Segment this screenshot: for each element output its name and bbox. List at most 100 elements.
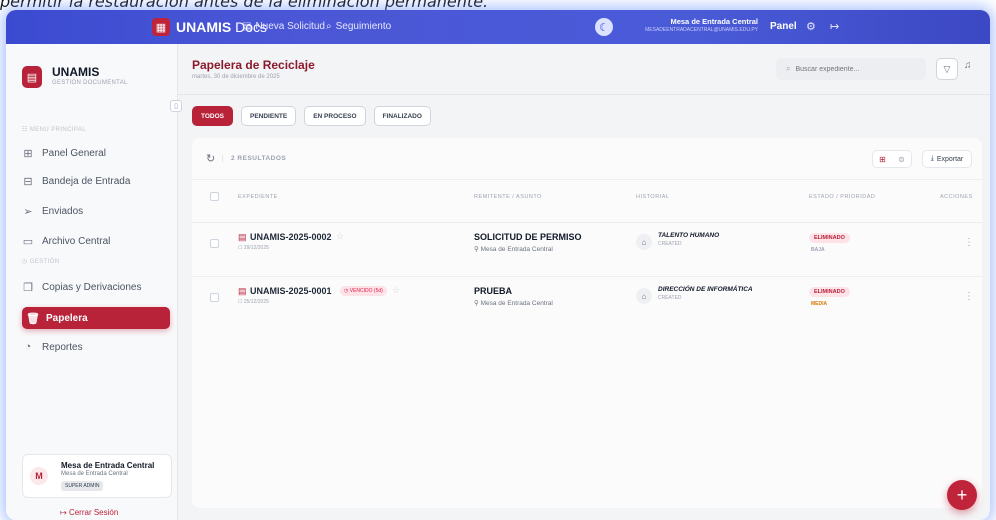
col-expediente: EXPEDIENTE	[238, 194, 278, 200]
more-vertical-icon[interactable]: ⋮	[964, 237, 974, 248]
document-logo-icon: ▤	[22, 66, 42, 88]
tab-todos[interactable]: TODOS	[192, 106, 233, 126]
col-remitente: REMITENTE / ASUNTO	[474, 194, 542, 200]
sidebar-subtitle: GESTIÓN DOCUMENTAL	[52, 80, 128, 86]
overdue-badge: ◷ VENCIDO (5d)	[340, 286, 387, 296]
grid-icon: ⊞	[23, 147, 33, 160]
sidebar-item-panel-general[interactable]: ⊞ Panel General	[22, 142, 172, 164]
logout-button[interactable]: ↦ Cerrar Sesión	[60, 508, 118, 517]
database-view-icon[interactable]: ⊜	[898, 155, 905, 164]
results-count: 2 RESULTADOS	[222, 155, 286, 162]
search-icon: ⌕	[326, 21, 332, 32]
expediente-id[interactable]: UNAMIS-2025-0001	[250, 286, 332, 296]
sidebar-item-copias[interactable]: ❐ Copias y Derivaciones	[22, 276, 172, 298]
logout-arrow-icon: ↦	[60, 508, 67, 517]
table-header: EXPEDIENTE REMITENTE / ASUNTO HISTORIAL …	[192, 186, 982, 208]
tracking-link[interactable]: ⌕ Seguimiento	[326, 21, 391, 32]
expediente-date: ☐ 25/12/2025	[238, 299, 269, 305]
expediente-id[interactable]: UNAMIS-2025-0002	[250, 232, 332, 242]
tab-finalizado[interactable]: FINALIZADO	[373, 106, 431, 126]
subject: SOLICITUD DE PERMISO	[474, 232, 582, 242]
expediente-date: ☐ 29/12/2025	[238, 245, 269, 251]
building-icon: ⌂	[636, 234, 652, 250]
filter-icon: ▽	[943, 63, 951, 74]
select-all-checkbox[interactable]	[210, 192, 219, 201]
theme-toggle-moon-icon[interactable]: ☾	[595, 18, 613, 36]
sidebar: ▤ UNAMIS GESTIÓN DOCUMENTAL ▯ ☷ MENU PRI…	[6, 44, 182, 520]
document-icon: ▤	[242, 21, 252, 32]
add-fab-button[interactable]: +	[947, 480, 977, 510]
trash-icon: 🗑	[26, 312, 40, 325]
results-card: ↻ 2 RESULTADOS ⊞ ⊜ ⤓ Exportar EXPEDIENTE …	[192, 138, 982, 508]
sidebar-item-papelera[interactable]: 🗑 Papelera	[22, 307, 170, 329]
caption-text: permitir la restauración antes de la eli…	[0, 0, 489, 10]
refresh-icon[interactable]: ↻	[206, 152, 215, 165]
topbar-user-name: Mesa de Entrada Central	[670, 17, 758, 26]
view-toggle[interactable]: ⊞ ⊜	[872, 150, 912, 168]
user-name: Mesa de Entrada Central	[61, 461, 155, 470]
history-state: CREATED	[658, 241, 682, 247]
col-historial: HISTORIAL	[636, 194, 670, 200]
row-checkbox[interactable]	[210, 293, 219, 302]
user-card[interactable]: M Mesa de Entrada Central Mesa de Entrad…	[22, 454, 172, 498]
table-row[interactable]: ▤ UNAMIS-2025-0001 ◷ VENCIDO (5d) ☆ ☐ 25…	[192, 276, 982, 322]
bell-icon[interactable]: ♫	[964, 60, 972, 71]
inbox-icon: ⊟	[23, 175, 33, 188]
pie-chart-icon: ◔	[24, 341, 32, 353]
status-badge: ELIMINADO	[809, 233, 850, 243]
export-button[interactable]: ⤓ Exportar	[922, 150, 972, 168]
archive-icon: ▭	[22, 235, 34, 248]
grid-view-icon[interactable]: ⊞	[879, 155, 886, 164]
section-main-menu: ☷ MENU PRINCIPAL	[22, 127, 87, 133]
star-icon[interactable]: ☆	[392, 285, 400, 296]
history-department: TALENTO HUMANO	[658, 232, 720, 239]
more-vertical-icon[interactable]: ⋮	[964, 291, 974, 302]
search-box[interactable]: ⌕	[776, 58, 926, 80]
copy-icon: ❐	[23, 281, 33, 294]
page-title: Papelera de Reciclaje	[192, 58, 315, 72]
star-icon[interactable]: ☆	[336, 231, 344, 242]
priority-label: BAJA	[811, 247, 825, 253]
sender: ⚲ Mesa de Entrada Central	[474, 300, 553, 307]
subject: PRUEBA	[474, 286, 513, 296]
app-window: ▦ UNAMIS Docs ▤ Nueva Solicitud ⌕ Seguimie…	[6, 10, 990, 520]
tab-en-proceso[interactable]: EN PROCESO	[304, 106, 366, 126]
logout-icon[interactable]: ↦	[830, 20, 839, 33]
table-row[interactable]: ▤ UNAMIS-2025-0002 ☆ ☐ 29/12/2025 SOLICI…	[192, 222, 982, 268]
sidebar-item-bandeja[interactable]: ⊟ Bandeja de Entrada	[22, 170, 172, 192]
sidebar-item-reportes[interactable]: ◔ Reportes	[22, 336, 172, 358]
priority-label: MEDIA	[811, 301, 828, 307]
plus-icon: +	[956, 484, 968, 505]
pdf-file-icon: ▤	[238, 286, 247, 296]
results-toolbar: ↻ 2 RESULTADOS ⊞ ⊜ ⤓ Exportar	[192, 138, 982, 180]
history-state: CREATED	[658, 295, 682, 301]
sidebar-title: UNAMIS	[52, 65, 100, 79]
sidebar-collapse-icon[interactable]: ▯	[170, 100, 182, 112]
new-request-link[interactable]: ▤ Nueva Solicitud	[242, 21, 325, 32]
panel-link[interactable]: Panel	[770, 21, 797, 32]
page-date: martes, 30 de diciembre de 2025	[192, 74, 280, 80]
sidebar-item-enviados[interactable]: ➢ Enviados	[22, 200, 172, 222]
role-badge: SUPER ADMIN	[61, 481, 104, 491]
download-icon: ⤓	[930, 155, 934, 162]
col-acciones: ACCIONES	[940, 194, 973, 200]
send-icon: ➢	[23, 205, 33, 218]
status-badge: ELIMINADO	[809, 287, 850, 297]
top-bar: ▦ UNAMIS Docs ▤ Nueva Solicitud ⌕ Seguimie…	[6, 10, 990, 44]
filter-button[interactable]: ▽	[936, 58, 958, 80]
pdf-file-icon: ▤	[238, 232, 247, 242]
status-tabs: TODOS PENDIENTE EN PROCESO FINALIZADO	[192, 106, 431, 126]
sidebar-item-archivo[interactable]: ▭ Archivo Central	[22, 230, 172, 252]
history-department: DIRECCIÓN DE INFORMÁTICA	[658, 286, 753, 293]
sender: ⚲ Mesa de Entrada Central	[474, 246, 553, 253]
search-input[interactable]	[795, 65, 916, 73]
divider	[178, 94, 990, 95]
settings-gear-icon[interactable]: ⚙	[806, 20, 816, 33]
row-checkbox[interactable]	[210, 239, 219, 248]
topbar-user-email: MESADEENTRADACENTRAL@UNAMIS.EDU.PY	[645, 27, 758, 33]
section-gestion: ◷ GESTIÓN	[22, 259, 60, 265]
apps-icon[interactable]: ▦	[152, 18, 170, 36]
tab-pendiente[interactable]: PENDIENTE	[241, 106, 297, 126]
building-icon: ⌂	[636, 288, 652, 304]
col-estado: ESTADO / PRIORIDAD	[809, 194, 876, 200]
